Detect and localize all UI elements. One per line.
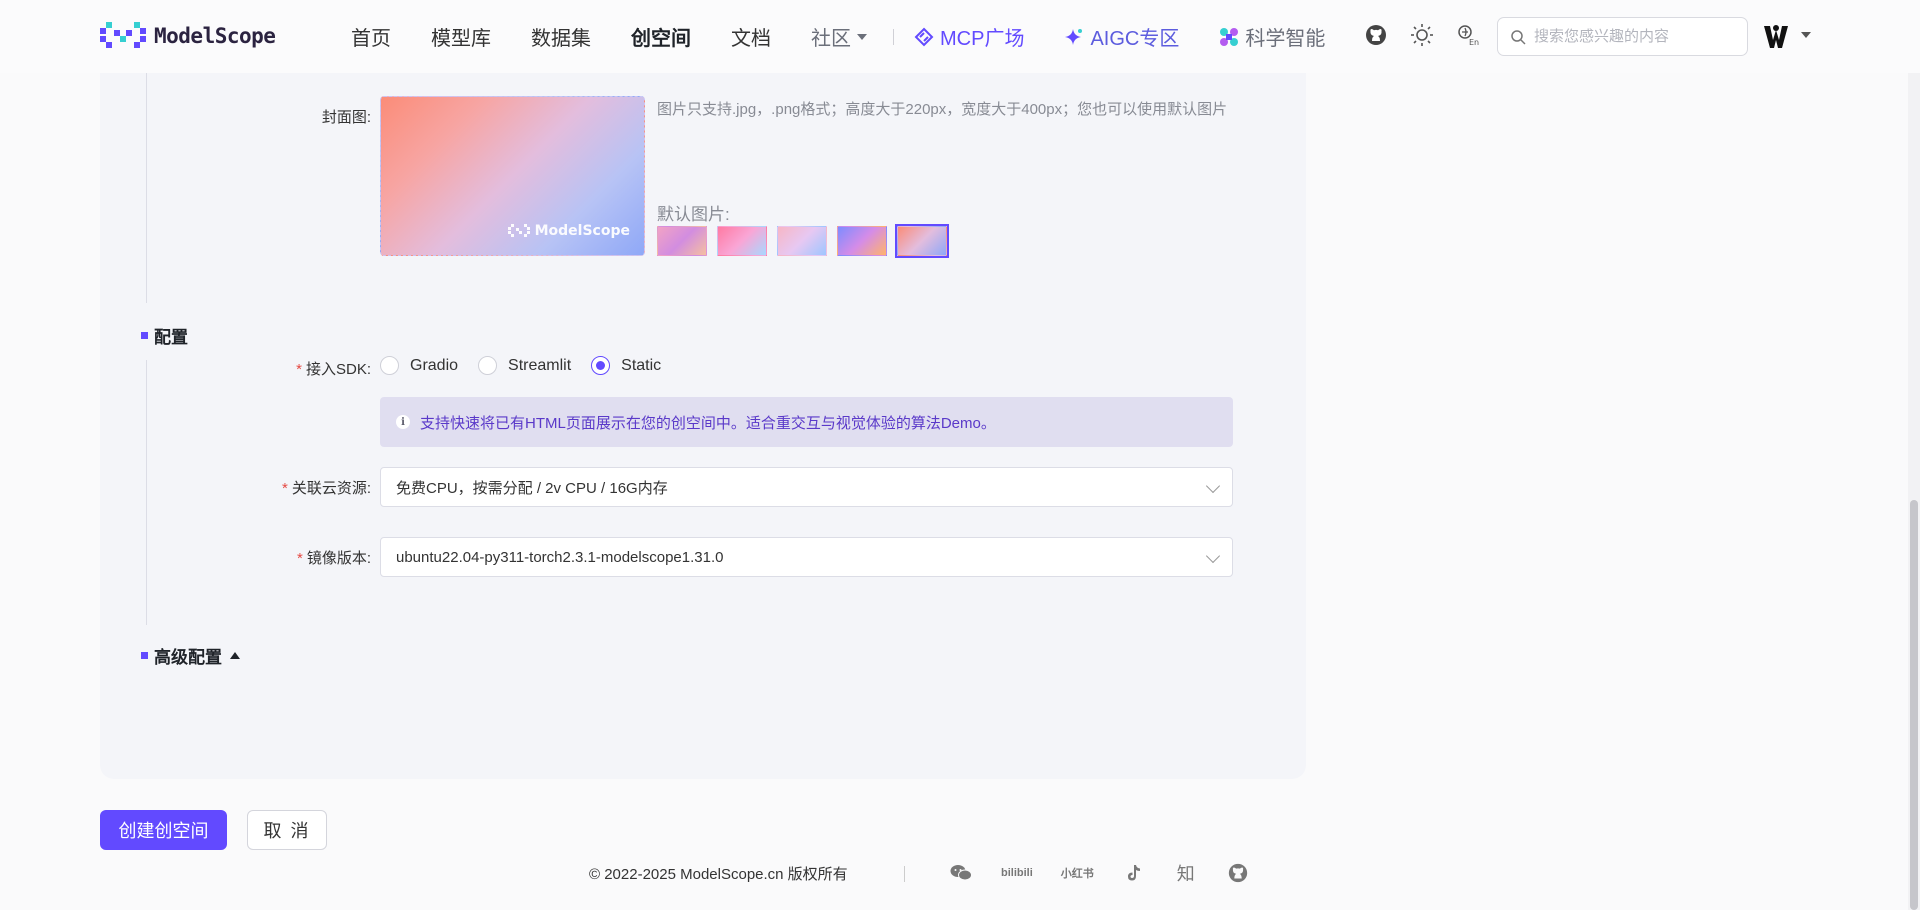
- user-menu-caret-icon[interactable]: [1801, 32, 1811, 38]
- default-image-list: [657, 224, 949, 258]
- brand-logo[interactable]: ModelScope: [100, 22, 276, 50]
- section-divider-line: [146, 73, 147, 303]
- image-version-value: ubuntu22.04-py311-torch2.3.1-modelscope1…: [396, 548, 724, 566]
- section-marker-icon: [141, 652, 148, 659]
- cover-hint: 图片只支持.jpg，.png格式；高度大于220px，宽度大于400px；您也可…: [657, 101, 1228, 118]
- image-version-select[interactable]: ubuntu22.04-py311-torch2.3.1-modelscope1…: [380, 537, 1233, 577]
- chevron-down-icon: [1205, 548, 1221, 564]
- footer-divider: [904, 866, 905, 882]
- nav-models[interactable]: 模型库: [431, 22, 491, 51]
- cover-label: 封面图:: [321, 109, 371, 126]
- github-icon[interactable]: [1363, 22, 1389, 48]
- default-image-thumb[interactable]: [777, 226, 827, 256]
- radio-circle[interactable]: [478, 356, 498, 375]
- wechat-icon[interactable]: [949, 862, 973, 884]
- cloud-resource-value: 免费CPU，按需分配 / 2v CPU / 16G内存: [396, 479, 668, 497]
- sdk-radio-gradio[interactable]: Gradio: [380, 356, 458, 375]
- modelscope-logo-icon: [100, 22, 146, 48]
- nav-aigc-label: AIGC专区: [1090, 28, 1180, 50]
- radio-circle-checked[interactable]: [591, 356, 611, 375]
- nav-docs[interactable]: 文档: [731, 22, 771, 51]
- section-marker-icon: [141, 332, 148, 339]
- sdk-radio-streamlit[interactable]: Streamlit: [478, 356, 571, 375]
- nav-community-label: 社区: [811, 28, 851, 50]
- github-icon[interactable]: [1226, 862, 1250, 884]
- config-section-label: 配置: [154, 328, 188, 347]
- default-image-thumb[interactable]: [717, 226, 767, 256]
- page-scrollbar-thumb[interactable]: [1910, 500, 1918, 910]
- cover-logo-text: ModelScope: [534, 223, 630, 239]
- zhihu-icon[interactable]: 知: [1174, 862, 1198, 885]
- nav-mcp[interactable]: MCP广场: [914, 22, 1024, 51]
- top-header: ModelScope 首页 模型库 数据集 创空间 文档 社区 MCP广场 AI…: [0, 0, 1920, 73]
- sdk-info-banner: i 支持快速将已有HTML页面展示在您的创空间中。适合重交互与视觉体验的算法De…: [380, 397, 1233, 447]
- cover-image-upload[interactable]: ModelScope: [380, 96, 645, 256]
- info-icon: i: [396, 415, 410, 429]
- language-icon[interactable]: En: [1455, 22, 1481, 48]
- svg-text:En: En: [1469, 38, 1479, 47]
- image-version-label: * 镜像版本:: [250, 547, 371, 568]
- cloud-resource-select[interactable]: 免费CPU，按需分配 / 2v CPU / 16G内存: [380, 467, 1233, 507]
- sdk-option-label: Static: [621, 356, 662, 374]
- sdk-option-label: Gradio: [410, 356, 459, 374]
- sdk-label: * 接入SDK:: [250, 358, 371, 379]
- nav-aigc[interactable]: AIGC专区: [1064, 22, 1179, 51]
- header-icons: En: [1363, 22, 1481, 48]
- caret-up-icon: [230, 652, 240, 659]
- brand-name: ModelScope: [154, 24, 276, 48]
- nav-home[interactable]: 首页: [351, 22, 391, 51]
- avatar[interactable]: [1762, 22, 1790, 50]
- required-marker: *: [296, 550, 303, 567]
- search-box[interactable]: [1497, 17, 1748, 56]
- douyin-icon[interactable]: [1122, 862, 1146, 884]
- default-image-thumb[interactable]: [657, 226, 707, 256]
- nav-divider: [893, 28, 894, 45]
- nav-science-label: 科学智能: [1245, 28, 1326, 50]
- xiaohongshu-icon[interactable]: 小红书: [1061, 862, 1094, 884]
- section-divider-line: [146, 360, 147, 625]
- sdk-radio-group: Gradio Streamlit Static: [380, 356, 681, 375]
- main-nav: 首页 模型库 数据集 创空间 文档 社区 MCP广场 AIGC专区 科学智能: [351, 0, 1365, 73]
- create-studio-button[interactable]: 创建创空间: [100, 810, 227, 850]
- cancel-button[interactable]: 取 消: [247, 810, 327, 850]
- required-marker: *: [281, 480, 288, 497]
- sdk-label-text: 接入SDK:: [305, 361, 371, 378]
- sdk-option-label: Streamlit: [508, 356, 572, 374]
- modelscope-logo-icon: [507, 224, 530, 237]
- mcp-icon: [914, 27, 934, 46]
- cloud-resource-label: * 关联云资源:: [230, 477, 371, 498]
- sparkle-icon: [1065, 28, 1083, 45]
- footer-copyright: © 2022-2025 ModelScope.cn 版权所有: [589, 866, 848, 883]
- nav-science[interactable]: 科学智能: [1219, 22, 1325, 51]
- nav-studios[interactable]: 创空间: [631, 22, 691, 51]
- sdk-info-text: 支持快速将已有HTML页面展示在您的创空间中。适合重交互与视觉体验的算法Demo…: [420, 414, 996, 432]
- bilibili-icon[interactable]: bilibili: [1001, 862, 1033, 884]
- required-marker: *: [296, 361, 302, 378]
- theme-toggle-icon[interactable]: [1409, 22, 1435, 48]
- footer-social-links: bilibili 小红书 知: [949, 862, 1250, 885]
- image-version-label-text: 镜像版本:: [306, 550, 371, 567]
- default-image-thumb[interactable]: [837, 226, 887, 256]
- advanced-section-label: 高级配置: [154, 648, 222, 667]
- default-images-label: 默认图片:: [657, 205, 730, 224]
- nav-community[interactable]: 社区: [811, 22, 867, 51]
- nav-datasets[interactable]: 数据集: [531, 22, 591, 51]
- search-input[interactable]: [1534, 28, 1734, 45]
- search-icon: [1511, 29, 1526, 45]
- advanced-config-toggle[interactable]: 高级配置: [141, 643, 240, 668]
- default-image-thumb-selected[interactable]: [895, 224, 949, 258]
- cloud-resource-label-text: 关联云资源:: [291, 480, 371, 497]
- radio-circle[interactable]: [380, 356, 399, 375]
- cover-watermark-logo: ModelScope: [507, 223, 630, 239]
- config-section-title: 配置: [141, 323, 188, 348]
- nav-mcp-label: MCP广场: [940, 28, 1025, 50]
- chevron-down-icon: [1205, 478, 1221, 494]
- caret-down-icon: [857, 33, 867, 40]
- science-icon: [1220, 27, 1239, 46]
- sdk-radio-static[interactable]: Static: [591, 356, 661, 375]
